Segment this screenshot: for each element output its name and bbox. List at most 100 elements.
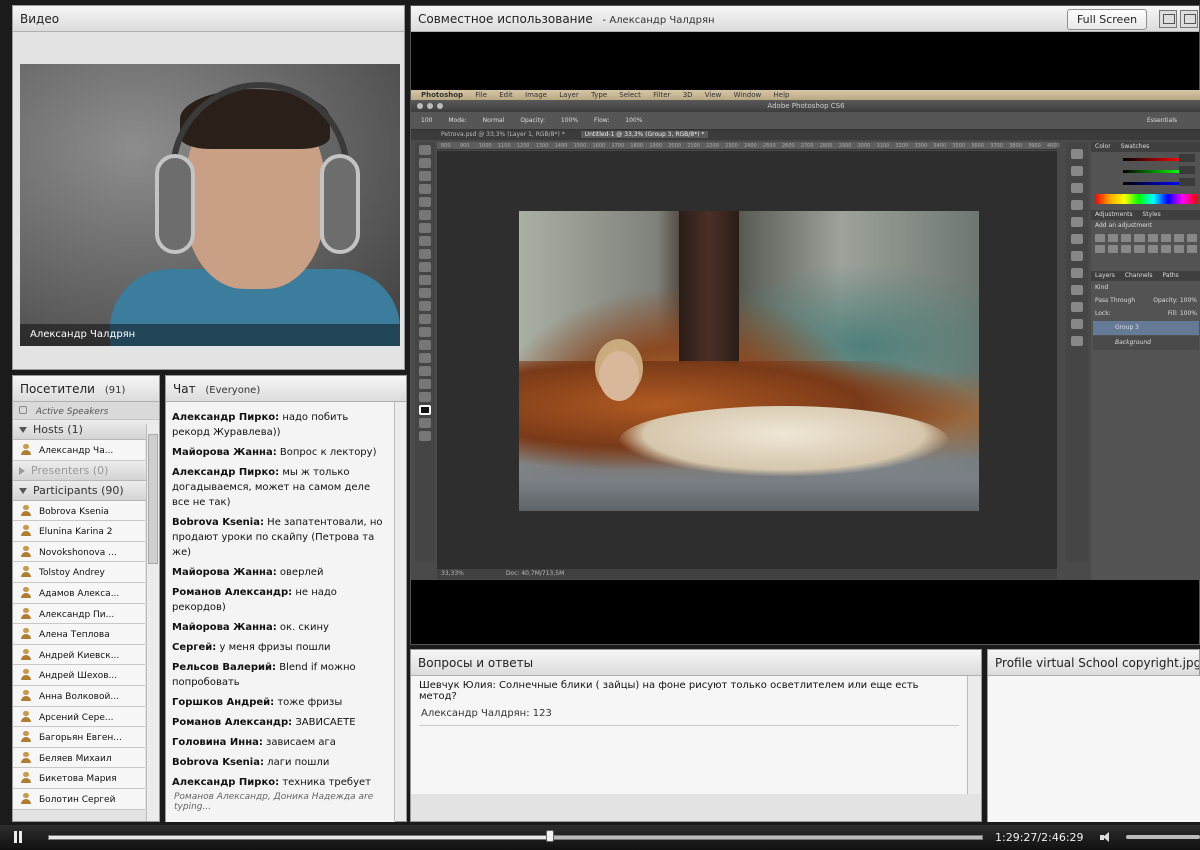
tool-presets-icon[interactable] bbox=[1071, 302, 1083, 312]
eraser-tool-icon[interactable] bbox=[419, 275, 431, 285]
brush-presets-icon[interactable] bbox=[1071, 234, 1083, 244]
view-mode-icon[interactable] bbox=[1159, 10, 1177, 28]
lookup-icon[interactable] bbox=[1121, 245, 1132, 253]
playback-timeline[interactable] bbox=[48, 830, 983, 842]
participant-item[interactable]: Арсений Сере... bbox=[13, 706, 145, 728]
participant-item[interactable]: Алена Теплова bbox=[13, 624, 145, 645]
chat-scope[interactable]: (Everyone) bbox=[205, 385, 260, 396]
participant-item[interactable]: Бикетова Мария bbox=[13, 768, 145, 789]
ps-menu-item[interactable]: View bbox=[705, 91, 722, 99]
vibrance-icon[interactable] bbox=[1147, 234, 1158, 242]
brush-tool-icon[interactable] bbox=[419, 236, 431, 246]
layer-filter[interactable]: Kind bbox=[1091, 281, 1200, 294]
exposure-icon[interactable] bbox=[1134, 234, 1145, 242]
stamp-tool-icon[interactable] bbox=[419, 249, 431, 259]
ps-menu-item[interactable]: Image bbox=[525, 91, 547, 99]
pause-icon[interactable] bbox=[12, 831, 24, 843]
type-tool-icon[interactable] bbox=[419, 340, 431, 350]
hand-tool-icon[interactable] bbox=[419, 379, 431, 389]
selective-color-icon[interactable] bbox=[1186, 245, 1197, 253]
layer-row[interactable]: Background bbox=[1093, 336, 1199, 350]
participant-item[interactable]: Александр Пи... bbox=[13, 603, 145, 625]
pen-tool-icon[interactable] bbox=[419, 327, 431, 337]
info-panel-icon[interactable] bbox=[1071, 200, 1083, 210]
color-swatches-icon[interactable] bbox=[419, 405, 431, 415]
green-slider[interactable] bbox=[1117, 166, 1195, 176]
history-brush-tool-icon[interactable] bbox=[419, 262, 431, 272]
actions-panel-icon[interactable] bbox=[1071, 166, 1083, 176]
styles-tab[interactable]: Styles bbox=[1143, 211, 1161, 218]
qa-scrollbar[interactable] bbox=[967, 676, 981, 794]
photo-filter-icon[interactable] bbox=[1095, 245, 1106, 253]
adjustments-tab[interactable]: Adjustments bbox=[1095, 211, 1133, 218]
ps-workspace[interactable]: Essentials bbox=[1147, 117, 1177, 124]
gradient-map-icon[interactable] bbox=[1173, 245, 1184, 253]
participant-item[interactable]: Багорьян Евген... bbox=[13, 727, 145, 748]
brightness-icon[interactable] bbox=[1095, 234, 1106, 242]
notes-panel-icon[interactable] bbox=[1071, 319, 1083, 329]
channels-tab[interactable]: Channels bbox=[1125, 272, 1153, 279]
shape-tool-icon[interactable] bbox=[419, 366, 431, 376]
ps-menu-item[interactable]: Edit bbox=[499, 91, 513, 99]
participant-item[interactable]: Novokshonova ... bbox=[13, 541, 145, 563]
layer-row-selected[interactable]: Group 3 bbox=[1093, 321, 1199, 335]
fullscreen-button[interactable]: Full Screen bbox=[1067, 9, 1147, 30]
opacity-value[interactable]: 100% bbox=[1180, 297, 1197, 304]
levels-icon[interactable] bbox=[1108, 234, 1119, 242]
channel-mixer-icon[interactable] bbox=[1108, 245, 1119, 253]
ps-menu-item[interactable]: Window bbox=[734, 91, 762, 99]
marquee-tool-icon[interactable] bbox=[419, 158, 431, 168]
ps-menu-item[interactable]: Type bbox=[591, 91, 607, 99]
zoom-level[interactable]: 33,33% bbox=[441, 570, 464, 577]
participant-item[interactable]: Адамов Алекса... bbox=[13, 582, 145, 604]
posterize-icon[interactable] bbox=[1147, 245, 1158, 253]
threshold-icon[interactable] bbox=[1160, 245, 1171, 253]
fill-value[interactable]: 100% bbox=[1180, 310, 1197, 317]
volume-slider[interactable] bbox=[1126, 835, 1200, 839]
volume-icon[interactable] bbox=[1100, 832, 1118, 843]
ps-menu-item[interactable]: Select bbox=[619, 91, 641, 99]
zoom-dot-icon[interactable] bbox=[437, 103, 443, 109]
participant-item[interactable]: Болотин Сергей bbox=[13, 788, 145, 810]
eyedropper-tool-icon[interactable] bbox=[419, 210, 431, 220]
red-slider[interactable] bbox=[1117, 154, 1195, 164]
scroll-thumb[interactable] bbox=[148, 434, 158, 564]
participant-item[interactable]: Bobrova Ksenia bbox=[13, 500, 145, 522]
ps-menu-item[interactable]: Help bbox=[774, 91, 790, 99]
chat-scrollbar[interactable] bbox=[394, 402, 406, 821]
zoom-tool-icon[interactable] bbox=[419, 392, 431, 402]
ps-menu-item[interactable]: Filter bbox=[653, 91, 670, 99]
clone-source-icon[interactable] bbox=[1071, 285, 1083, 295]
lasso-tool-icon[interactable] bbox=[419, 171, 431, 181]
hue-icon[interactable] bbox=[1160, 234, 1171, 242]
crop-tool-icon[interactable] bbox=[419, 197, 431, 207]
minimize-dot-icon[interactable] bbox=[427, 103, 433, 109]
ps-option-value[interactable]: 100% bbox=[561, 117, 578, 124]
participant-item[interactable]: Elunina Karina 2 bbox=[13, 521, 145, 542]
blend-mode-select[interactable]: Pass Through bbox=[1095, 297, 1135, 304]
view-mode-alt-icon[interactable] bbox=[1180, 10, 1198, 28]
qa-question[interactable]: Шевчук Юлия: Солнечные блики ( зайцы) на… bbox=[419, 680, 959, 702]
history-panel-icon[interactable] bbox=[1071, 149, 1083, 159]
paragraph-panel-icon[interactable] bbox=[1071, 268, 1083, 278]
brush-panel-icon[interactable] bbox=[1071, 217, 1083, 227]
color-spectrum[interactable] bbox=[1095, 194, 1197, 204]
gradient-tool-icon[interactable] bbox=[419, 288, 431, 298]
hosts-section[interactable]: Hosts (1) bbox=[13, 420, 159, 440]
path-select-tool-icon[interactable] bbox=[419, 353, 431, 363]
properties-panel-icon[interactable] bbox=[1071, 183, 1083, 193]
participant-item[interactable]: Андрей Шехов... bbox=[13, 665, 145, 686]
blue-slider[interactable] bbox=[1117, 178, 1195, 188]
participant-item[interactable]: Беляев Михаил bbox=[13, 747, 145, 769]
ps-menu-item[interactable]: File bbox=[475, 91, 487, 99]
ps-doc-tab-active[interactable]: Untitled-1 @ 33,3% (Group 3, RGB/8*) * bbox=[580, 131, 709, 138]
brush-size[interactable]: 100 bbox=[421, 117, 432, 124]
bw-icon[interactable] bbox=[1186, 234, 1197, 242]
participant-item[interactable]: Анна Волковой... bbox=[13, 685, 145, 707]
screen-mode-icon[interactable] bbox=[419, 431, 431, 441]
character-panel-icon[interactable] bbox=[1071, 251, 1083, 261]
move-tool-icon[interactable] bbox=[419, 145, 431, 155]
participants-section[interactable]: Participants (90) bbox=[13, 480, 159, 501]
presenters-section[interactable]: Presenters (0) bbox=[13, 460, 159, 481]
ps-doc-tab[interactable]: Petrova.psd @ 33,3% (Layer 1, RGB/8*) * bbox=[437, 131, 569, 138]
